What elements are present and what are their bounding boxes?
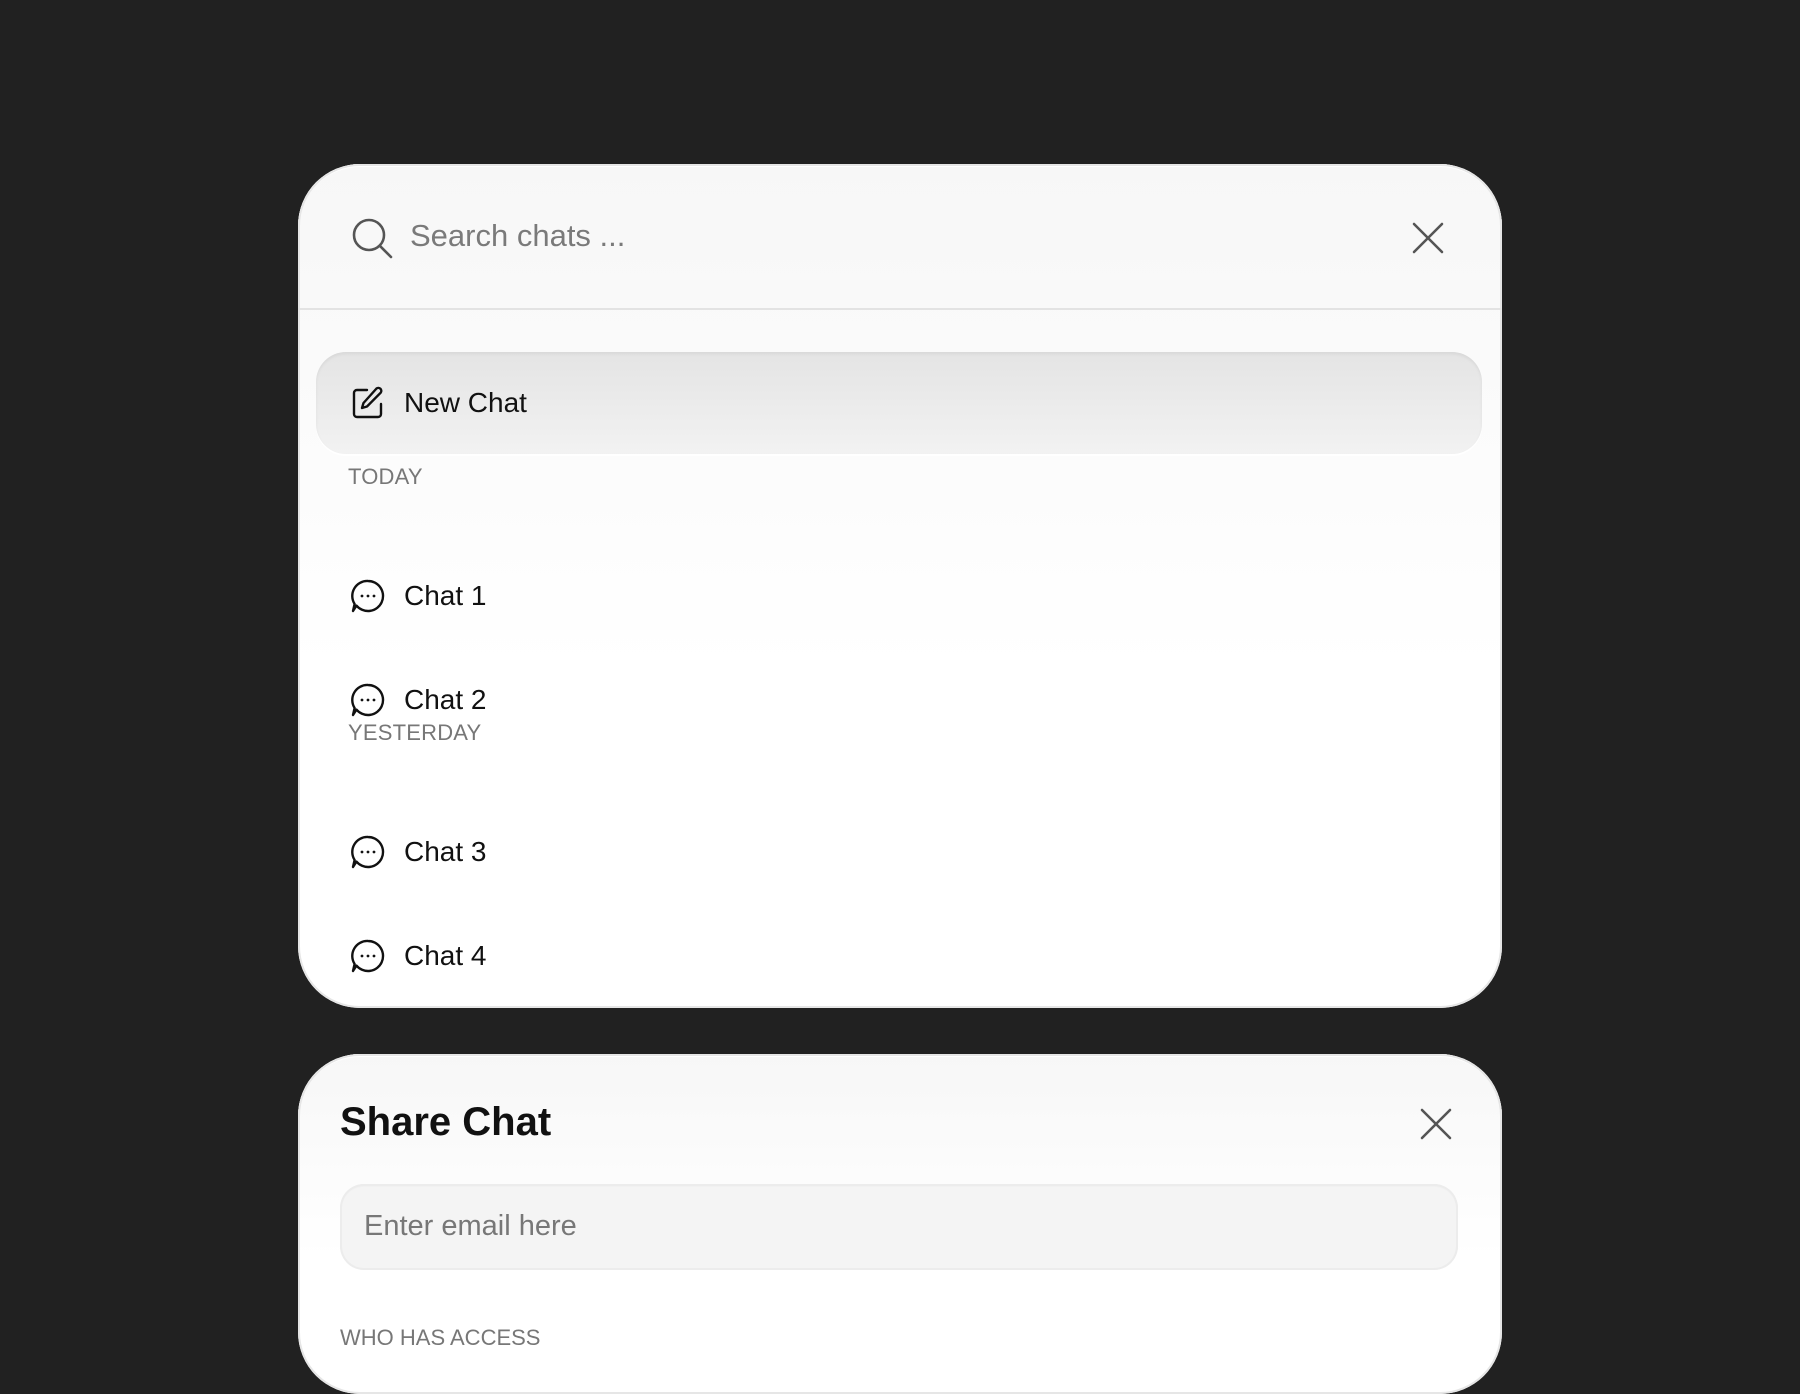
chat-list-item[interactable]: Chat 4 [298,916,1502,996]
new-chat-icon [352,386,383,419]
section-heading-today: TODAY [348,464,423,489]
chat-bubble-icon [351,579,385,613]
chat-title: Chat 2 [404,684,487,715]
search-bar [298,164,1502,310]
email-input[interactable] [364,1200,1434,1252]
section-heading-yesterday: YESTERDAY [348,720,482,745]
chat-title: Chat 3 [404,836,487,867]
chat-bubble-icon [351,939,385,973]
search-icon [352,218,393,259]
search-chats-panel: New Chat TODAY Chat 1 Chat 2 YESTERDAY C… [298,164,1502,1008]
close-icon[interactable] [1416,1104,1456,1144]
chat-bubble-icon [351,683,385,717]
new-chat-button[interactable]: New Chat [316,352,1482,454]
who-has-access-heading: WHO HAS ACCESS [340,1325,541,1350]
share-title: Share Chat [340,1100,552,1144]
chat-list-item[interactable]: Chat 1 [298,556,1502,636]
chat-bubble-icon [351,835,385,869]
chat-list-item[interactable]: Chat 3 [298,812,1502,892]
email-field[interactable] [340,1184,1458,1270]
share-chat-panel: Share Chat WHO HAS ACCESS [298,1054,1502,1394]
search-input[interactable] [410,210,1310,262]
close-icon[interactable] [1408,218,1448,258]
chat-title: Chat 4 [404,940,487,971]
chat-title: Chat 1 [404,580,487,611]
new-chat-label: New Chat [404,387,527,418]
